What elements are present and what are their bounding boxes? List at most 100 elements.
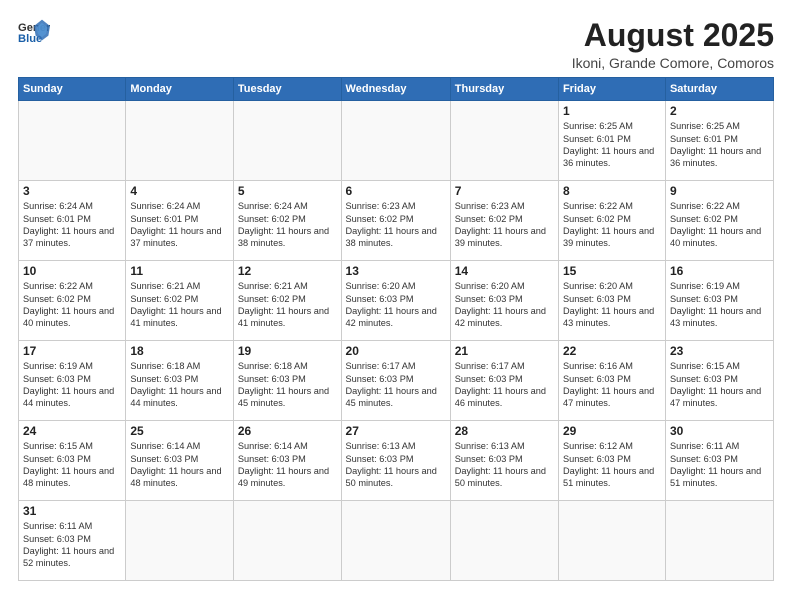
day-info: Sunrise: 6:14 AM Sunset: 6:03 PM Dayligh… (130, 440, 229, 490)
weekday-header-monday: Monday (126, 78, 234, 101)
day-number: 1 (563, 104, 661, 118)
calendar-cell: 30Sunrise: 6:11 AM Sunset: 6:03 PM Dayli… (665, 421, 773, 501)
calendar-cell (341, 101, 450, 181)
header: General Blue August 2025 Ikoni, Grande C… (18, 18, 774, 71)
day-number: 24 (23, 424, 121, 438)
calendar-cell: 21 Sunrise: 6:17 AM Sunset: 6:03 PM Dayli… (450, 341, 558, 421)
calendar-cell (233, 501, 341, 581)
calendar-cell: 14 Sunrise: 6:20 AM Sunset: 6:03 PM Dayli… (450, 261, 558, 341)
day-number: 19 (238, 344, 337, 358)
calendar-body: 1 Sunrise: 6:25 AM Sunset: 6:01 PM Daylig… (19, 101, 774, 581)
calendar-cell (19, 101, 126, 181)
calendar-cell: 28 Sunrise: 6:13 AM Sunset: 6:03 PM Dayli… (450, 421, 558, 501)
day-number: 2 (670, 104, 769, 118)
day-info: Sunrise: 6:15 AM Sunset: 6:03 PM Dayligh… (23, 440, 121, 490)
calendar-cell: 26 Sunrise: 6:14 AM Sunset: 6:03 PM Dayli… (233, 421, 341, 501)
calendar-cell: 5Sunrise: 6:24 AM Sunset: 6:02 PM Daylig… (233, 181, 341, 261)
day-info: Sunrise: 6:13 AM Sunset: 6:03 PM Dayligh… (455, 440, 554, 490)
day-number: 7 (455, 184, 554, 198)
day-info: Sunrise: 6:24 AM Sunset: 6:01 PM Dayligh… (130, 200, 229, 250)
day-info: Sunrise: 6:14 AM Sunset: 6:03 PM Dayligh… (238, 440, 337, 490)
calendar-header: SundayMondayTuesdayWednesdayThursdayFrid… (19, 78, 774, 101)
day-info: Sunrise: 6:17 AM Sunset: 6:03 PM Dayligh… (455, 360, 554, 410)
day-info: Sunrise: 6:20 AM Sunset: 6:03 PM Dayligh… (346, 280, 446, 330)
day-number: 6 (346, 184, 446, 198)
day-info: Sunrise: 6:18 AM Sunset: 6:03 PM Dayligh… (238, 360, 337, 410)
day-info: Sunrise: 6:21 AM Sunset: 6:02 PM Dayligh… (130, 280, 229, 330)
calendar-week-row: 10 Sunrise: 6:22 AM Sunset: 6:02 PM Dayli… (19, 261, 774, 341)
calendar-cell: 16Sunrise: 6:19 AM Sunset: 6:03 PM Dayli… (665, 261, 773, 341)
day-info: Sunrise: 6:23 AM Sunset: 6:02 PM Dayligh… (346, 200, 446, 250)
day-info: Sunrise: 6:24 AM Sunset: 6:01 PM Dayligh… (23, 200, 121, 250)
day-info: Sunrise: 6:23 AM Sunset: 6:02 PM Dayligh… (455, 200, 554, 250)
calendar-week-row: 3Sunrise: 6:24 AM Sunset: 6:01 PM Daylig… (19, 181, 774, 261)
calendar-cell: 1 Sunrise: 6:25 AM Sunset: 6:01 PM Daylig… (558, 101, 665, 181)
calendar-cell (558, 501, 665, 581)
calendar-cell: 24 Sunrise: 6:15 AM Sunset: 6:03 PM Dayli… (19, 421, 126, 501)
day-info: Sunrise: 6:15 AM Sunset: 6:03 PM Dayligh… (670, 360, 769, 410)
day-number: 29 (563, 424, 661, 438)
calendar-cell: 19 Sunrise: 6:18 AM Sunset: 6:03 PM Dayli… (233, 341, 341, 421)
day-info: Sunrise: 6:21 AM Sunset: 6:02 PM Dayligh… (238, 280, 337, 330)
day-number: 10 (23, 264, 121, 278)
day-number: 11 (130, 264, 229, 278)
calendar-cell: 25 Sunrise: 6:14 AM Sunset: 6:03 PM Dayli… (126, 421, 234, 501)
day-info: Sunrise: 6:17 AM Sunset: 6:03 PM Dayligh… (346, 360, 446, 410)
day-number: 9 (670, 184, 769, 198)
day-info: Sunrise: 6:13 AM Sunset: 6:03 PM Dayligh… (346, 440, 446, 490)
weekday-header-row: SundayMondayTuesdayWednesdayThursdayFrid… (19, 78, 774, 101)
weekday-header-saturday: Saturday (665, 78, 773, 101)
calendar-cell (341, 501, 450, 581)
calendar-cell: 27 Sunrise: 6:13 AM Sunset: 6:03 PM Dayli… (341, 421, 450, 501)
day-info: Sunrise: 6:20 AM Sunset: 6:03 PM Dayligh… (455, 280, 554, 330)
calendar-table: SundayMondayTuesdayWednesdayThursdayFrid… (18, 77, 774, 581)
calendar-cell: 31Sunrise: 6:11 AM Sunset: 6:03 PM Dayli… (19, 501, 126, 581)
day-number: 14 (455, 264, 554, 278)
calendar-week-row: 17 Sunrise: 6:19 AM Sunset: 6:03 PM Dayli… (19, 341, 774, 421)
day-number: 21 (455, 344, 554, 358)
day-number: 27 (346, 424, 446, 438)
calendar-cell: 13 Sunrise: 6:20 AM Sunset: 6:03 PM Dayli… (341, 261, 450, 341)
day-number: 23 (670, 344, 769, 358)
day-number: 20 (346, 344, 446, 358)
calendar-cell: 11 Sunrise: 6:21 AM Sunset: 6:02 PM Dayli… (126, 261, 234, 341)
calendar-cell (450, 501, 558, 581)
subtitle: Ikoni, Grande Comore, Comoros (572, 55, 774, 71)
day-info: Sunrise: 6:18 AM Sunset: 6:03 PM Dayligh… (130, 360, 229, 410)
day-number: 16 (670, 264, 769, 278)
day-info: Sunrise: 6:16 AM Sunset: 6:03 PM Dayligh… (563, 360, 661, 410)
day-info: Sunrise: 6:19 AM Sunset: 6:03 PM Dayligh… (23, 360, 121, 410)
calendar-cell: 20 Sunrise: 6:17 AM Sunset: 6:03 PM Dayli… (341, 341, 450, 421)
day-info: Sunrise: 6:22 AM Sunset: 6:02 PM Dayligh… (563, 200, 661, 250)
weekday-header-tuesday: Tuesday (233, 78, 341, 101)
calendar-cell: 4 Sunrise: 6:24 AM Sunset: 6:01 PM Daylig… (126, 181, 234, 261)
day-info: Sunrise: 6:22 AM Sunset: 6:02 PM Dayligh… (23, 280, 121, 330)
main-title: August 2025 (572, 18, 774, 53)
page: General Blue August 2025 Ikoni, Grande C… (0, 0, 792, 612)
calendar-cell (233, 101, 341, 181)
day-number: 25 (130, 424, 229, 438)
calendar-cell (126, 101, 234, 181)
weekday-header-wednesday: Wednesday (341, 78, 450, 101)
day-info: Sunrise: 6:11 AM Sunset: 6:03 PM Dayligh… (23, 520, 121, 570)
calendar-cell: 2Sunrise: 6:25 AM Sunset: 6:01 PM Daylig… (665, 101, 773, 181)
calendar-cell (126, 501, 234, 581)
calendar-cell: 9Sunrise: 6:22 AM Sunset: 6:02 PM Daylig… (665, 181, 773, 261)
day-number: 28 (455, 424, 554, 438)
calendar-cell: 18Sunrise: 6:18 AM Sunset: 6:03 PM Dayli… (126, 341, 234, 421)
calendar-cell (450, 101, 558, 181)
day-number: 12 (238, 264, 337, 278)
calendar-cell: 17 Sunrise: 6:19 AM Sunset: 6:03 PM Dayli… (19, 341, 126, 421)
calendar-cell: 15Sunrise: 6:20 AM Sunset: 6:03 PM Dayli… (558, 261, 665, 341)
day-info: Sunrise: 6:11 AM Sunset: 6:03 PM Dayligh… (670, 440, 769, 490)
calendar-cell (665, 501, 773, 581)
day-number: 17 (23, 344, 121, 358)
day-number: 4 (130, 184, 229, 198)
title-block: August 2025 Ikoni, Grande Comore, Comoro… (572, 18, 774, 71)
day-info: Sunrise: 6:20 AM Sunset: 6:03 PM Dayligh… (563, 280, 661, 330)
day-number: 13 (346, 264, 446, 278)
day-info: Sunrise: 6:25 AM Sunset: 6:01 PM Dayligh… (563, 120, 661, 170)
calendar-week-row: 31Sunrise: 6:11 AM Sunset: 6:03 PM Dayli… (19, 501, 774, 581)
day-number: 26 (238, 424, 337, 438)
calendar-cell: 3Sunrise: 6:24 AM Sunset: 6:01 PM Daylig… (19, 181, 126, 261)
